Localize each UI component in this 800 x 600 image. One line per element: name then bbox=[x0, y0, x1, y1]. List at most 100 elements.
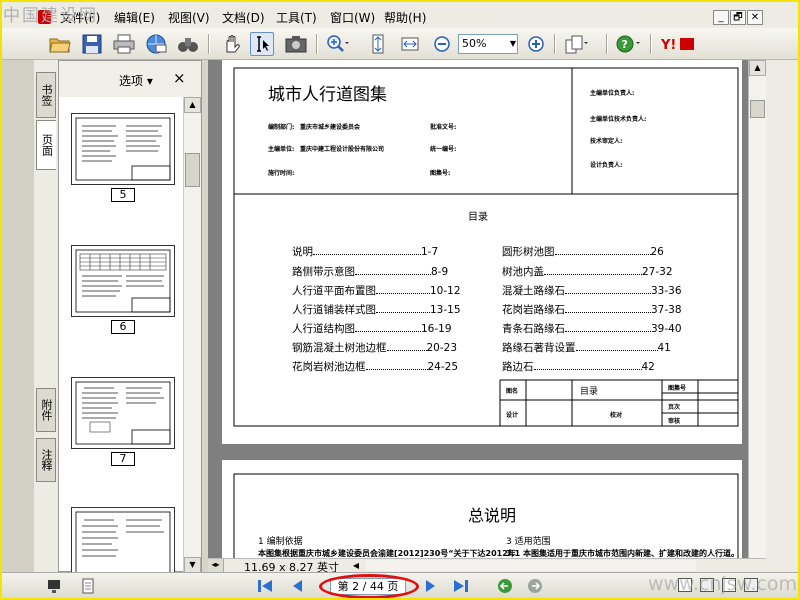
save-icon[interactable] bbox=[80, 32, 104, 56]
meta-value-editor: 重庆中建工程设计股份有限公司 bbox=[300, 146, 385, 153]
document-horizontal-bar: ◂▸ 11.69 x 8.27 英寸 ◀ bbox=[208, 558, 766, 574]
meta-right-4: 设计负责人: bbox=[590, 162, 623, 169]
tab-attachments[interactable]: 附件 bbox=[36, 388, 56, 432]
watermark-bottom: www.cnjsw.com bbox=[648, 573, 797, 595]
select-text-tool-icon[interactable] bbox=[250, 32, 274, 56]
meta-right-3: 技术审定人: bbox=[590, 138, 623, 145]
document-icon[interactable] bbox=[80, 578, 96, 594]
open-folder-icon[interactable] bbox=[48, 32, 72, 56]
tab-pages[interactable]: 页面 bbox=[36, 120, 56, 170]
titleblock-atlas-no: 图集号 bbox=[668, 385, 687, 392]
meta-label-atlas-no: 图集号: bbox=[430, 170, 451, 177]
page-thumbnail[interactable]: 5 bbox=[71, 113, 175, 202]
yahoo-toolbar-icon[interactable]: Y! bbox=[660, 32, 696, 56]
scroll-left-arrow[interactable]: ◀ bbox=[348, 559, 364, 572]
zoom-in-tool-icon[interactable] bbox=[326, 32, 350, 56]
zoom-out-icon[interactable] bbox=[430, 32, 454, 56]
menu-document[interactable]: 文档(D) bbox=[222, 9, 265, 26]
tab-bookmarks[interactable]: 书签 bbox=[36, 72, 56, 118]
scroll-down-arrow[interactable]: ▼ bbox=[184, 557, 201, 573]
next-page-button[interactable] bbox=[422, 578, 440, 594]
snapshot-camera-icon[interactable] bbox=[284, 32, 308, 56]
zoom-dropdown-arrow[interactable]: ▼ bbox=[508, 35, 518, 53]
toc-entry: 人行道平面布置图 10-12 bbox=[292, 285, 461, 297]
rotate-page-icon[interactable] bbox=[564, 32, 588, 56]
print-icon[interactable] bbox=[112, 32, 136, 56]
scroll-up-arrow[interactable]: ▲ bbox=[184, 97, 201, 113]
meta-label-dept: 编制部门: bbox=[268, 124, 295, 131]
thumbnail-page-number: 5 bbox=[111, 188, 135, 202]
split-handle[interactable]: ◂▸ bbox=[208, 559, 224, 572]
go-back-button[interactable] bbox=[496, 578, 514, 594]
tab-comments[interactable]: 注释 bbox=[36, 438, 56, 482]
help-icon[interactable]: ? bbox=[616, 32, 640, 56]
fit-width-icon[interactable] bbox=[398, 32, 422, 56]
meta-label-approval: 批准文号: bbox=[430, 124, 457, 131]
toc-entry: 花岗岩树池边框 24-25 bbox=[292, 361, 459, 373]
page-thumbnail[interactable] bbox=[71, 507, 175, 575]
scroll-up-arrow[interactable]: ▲ bbox=[749, 60, 766, 76]
thumbnail-image bbox=[71, 377, 175, 449]
page-thumbnail[interactable]: 6 bbox=[71, 245, 175, 334]
email-globe-icon[interactable] bbox=[144, 32, 168, 56]
monitor-icon[interactable] bbox=[46, 578, 62, 594]
last-page-button[interactable] bbox=[452, 578, 470, 594]
menu-edit[interactable]: 编辑(E) bbox=[114, 9, 155, 26]
scroll-thumb[interactable] bbox=[185, 153, 200, 187]
left-gutter bbox=[2, 60, 34, 572]
page2-title: 总说明 bbox=[468, 506, 517, 525]
page2-section-3: 3 适用范围 bbox=[506, 537, 551, 547]
svg-text:Y!: Y! bbox=[660, 38, 676, 53]
thumbnail-image bbox=[71, 113, 175, 185]
close-window-button[interactable]: ✕ bbox=[747, 10, 763, 25]
menu-view[interactable]: 视图(V) bbox=[168, 9, 210, 26]
fit-page-icon[interactable] bbox=[366, 32, 390, 56]
document-view: 城市人行道图集 编制部门: 重庆市城乡建设委员会 主编单位: 重庆中建工程设计股… bbox=[208, 60, 748, 558]
thumbnail-page-number: 7 bbox=[111, 452, 135, 466]
find-binoculars-icon[interactable] bbox=[176, 32, 200, 56]
hand-tool-icon[interactable] bbox=[220, 32, 244, 56]
document-page: 城市人行道图集 编制部门: 重庆市城乡建设委员会 主编单位: 重庆中建工程设计股… bbox=[222, 60, 742, 444]
pages-panel-scrollbar[interactable]: ▲ ▼ bbox=[183, 97, 201, 573]
meta-label-editor: 主编单位: bbox=[268, 146, 295, 153]
titleblock-name-label: 图名 bbox=[506, 388, 519, 395]
horizontal-scroll-track[interactable] bbox=[366, 560, 696, 571]
options-menu-button[interactable]: 选项 ▾ bbox=[119, 72, 153, 89]
toc-entry: 圆形树池图 26 bbox=[502, 246, 664, 258]
document-page: 总说明 1 编制依据 本图集根据重庆市城乡建设委员会渝建[2012]230号“关… bbox=[222, 460, 742, 558]
toolbar-separator bbox=[316, 34, 318, 54]
scroll-thumb[interactable] bbox=[750, 100, 765, 118]
page-number-input[interactable]: 第 2 / 44 页 bbox=[330, 578, 406, 595]
minimize-button[interactable]: _ bbox=[713, 10, 729, 25]
page-thumbnail[interactable]: 7 bbox=[71, 377, 175, 466]
toc-heading: 目录 bbox=[468, 212, 488, 223]
thumbnail-image bbox=[71, 245, 175, 317]
toolbar: 50% ▼ ? Y! bbox=[2, 28, 798, 60]
toc-entry: 说明 1-7 bbox=[292, 246, 439, 258]
menu-tools[interactable]: 工具(T) bbox=[276, 9, 317, 26]
toc-entry: 人行道铺装样式图 13-15 bbox=[292, 304, 461, 316]
toolbar-separator bbox=[554, 34, 556, 54]
menu-window[interactable]: 窗口(W) bbox=[330, 9, 375, 26]
zoom-in-icon[interactable] bbox=[524, 32, 548, 56]
first-page-button[interactable] bbox=[256, 578, 274, 594]
document-vertical-scrollbar[interactable]: ▲ bbox=[748, 60, 766, 558]
menu-help[interactable]: 帮助(H) bbox=[384, 9, 426, 26]
page-number-display: 第 2 / 44 页 bbox=[337, 580, 399, 593]
pages-panel: 选项 ▾ × 5 6 7 ▲ ▼ bbox=[58, 60, 202, 575]
previous-page-button[interactable] bbox=[288, 578, 306, 594]
page2-section-1: 1 编制依据 bbox=[258, 537, 303, 547]
toolbar-separator bbox=[606, 34, 608, 54]
go-forward-button[interactable] bbox=[526, 578, 544, 594]
toc-entry: 混凝土路缘石 33-36 bbox=[502, 285, 682, 297]
svg-text:?: ? bbox=[622, 38, 628, 51]
close-panel-button[interactable]: × bbox=[173, 69, 186, 87]
titleblock-page-no: 页次 bbox=[668, 404, 681, 411]
meta-right-2: 主编单位技术负责人: bbox=[590, 116, 647, 123]
pages-panel-header: 选项 ▾ × bbox=[59, 61, 201, 97]
toc-entry: 青条石路缘石 39-40 bbox=[502, 323, 682, 335]
zoom-level-value: 50% bbox=[462, 37, 487, 50]
meta-label-unified-no: 统一编号: bbox=[430, 146, 457, 153]
restore-button[interactable]: 🗗 bbox=[730, 10, 746, 25]
status-bar: 第 2 / 44 页 www.cnjsw.com bbox=[2, 572, 798, 599]
